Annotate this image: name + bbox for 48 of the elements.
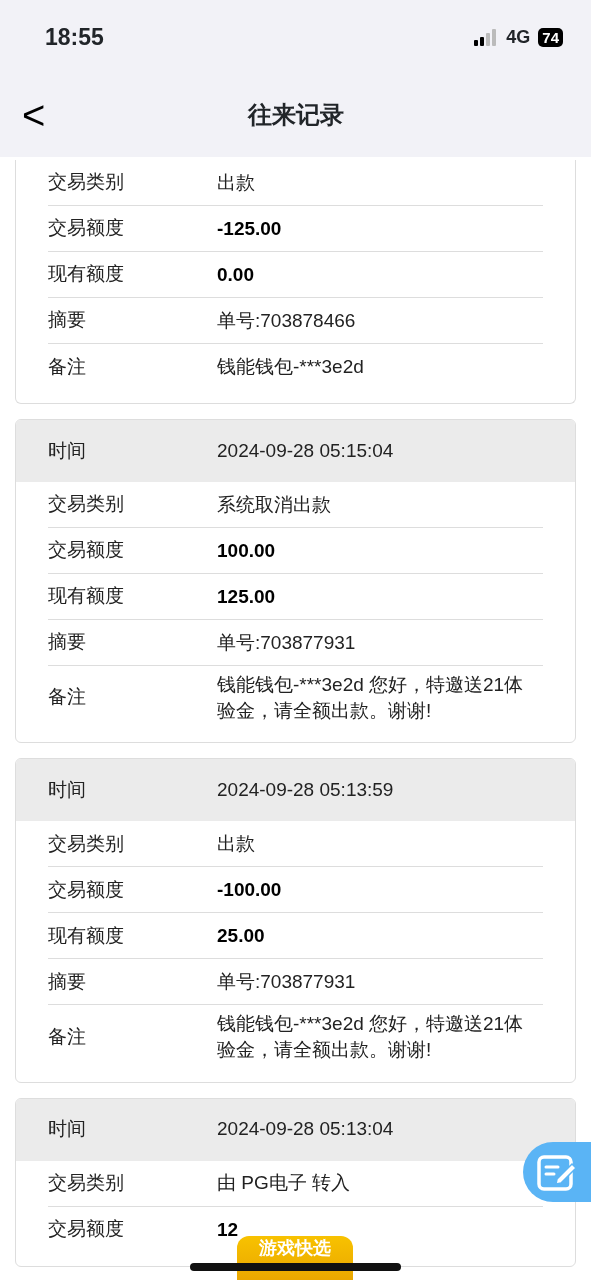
- field-value: 出款: [217, 170, 255, 195]
- field-value: -125.00: [217, 216, 282, 241]
- field-label: 交易额度: [48, 538, 125, 563]
- field-label: 备注: [48, 685, 87, 710]
- network-label: 4G: [506, 26, 531, 49]
- time-value: 2024-09-28 05:13:04: [217, 1117, 394, 1142]
- field-label: 摘要: [48, 630, 87, 655]
- field-value: 12: [217, 1217, 239, 1242]
- field-value: 钱能钱包-***3e2d 您好，特邀送21体验金，请全额出款。谢谢!: [217, 673, 525, 723]
- field-value: 单号:703877931: [217, 630, 356, 655]
- field-value: 钱能钱包-***3e2d 您好，特邀送21体验金，请全额出款。谢谢!: [217, 1012, 525, 1062]
- field-label: 交易额度: [48, 1217, 125, 1242]
- field-label: 现有额度: [48, 923, 125, 948]
- field-value: 25.00: [217, 923, 265, 948]
- field-value: 单号:703878466: [217, 308, 356, 333]
- field-label: 交易类别: [48, 1170, 125, 1195]
- field-label: 交易类别: [48, 170, 125, 195]
- field-label: 交易额度: [48, 877, 125, 902]
- field-label: 现有额度: [48, 262, 125, 287]
- edit-button[interactable]: [523, 1142, 591, 1202]
- field-label: 现有额度: [48, 584, 125, 609]
- back-button[interactable]: <: [22, 95, 46, 135]
- time-label: 时间: [48, 438, 87, 463]
- field-value: 125.00: [217, 584, 276, 609]
- field-label: 备注: [48, 354, 87, 379]
- time-label: 时间: [48, 1117, 87, 1142]
- field-value: 0.00: [217, 262, 254, 287]
- time-value: 2024-09-28 05:15:04: [217, 438, 394, 463]
- field-value: 由 PG电子 转入: [217, 1171, 350, 1196]
- field-value: 系统取消出款: [217, 492, 331, 517]
- field-label: 摘要: [48, 969, 87, 994]
- field-value: 钱能钱包-***3e2d: [217, 355, 364, 380]
- status-time: 18:55: [45, 23, 104, 53]
- field-value: 出款: [217, 831, 255, 856]
- field-label: 备注: [48, 1024, 87, 1049]
- battery-indicator: 74: [538, 28, 563, 47]
- field-label: 交易类别: [48, 831, 125, 856]
- field-label: 摘要: [48, 308, 87, 333]
- field-value: 单号:703877931: [217, 969, 356, 994]
- field-label: 交易类别: [48, 492, 125, 517]
- time-label: 时间: [48, 778, 87, 803]
- signal-icon: [474, 29, 499, 46]
- field-value: -100.00: [217, 877, 282, 902]
- field-label: 交易额度: [48, 216, 125, 241]
- field-value: 100.00: [217, 538, 276, 563]
- edit-icon: [537, 1153, 577, 1191]
- page-title: 往来记录: [247, 100, 344, 130]
- time-value: 2024-09-28 05:13:59: [217, 778, 394, 803]
